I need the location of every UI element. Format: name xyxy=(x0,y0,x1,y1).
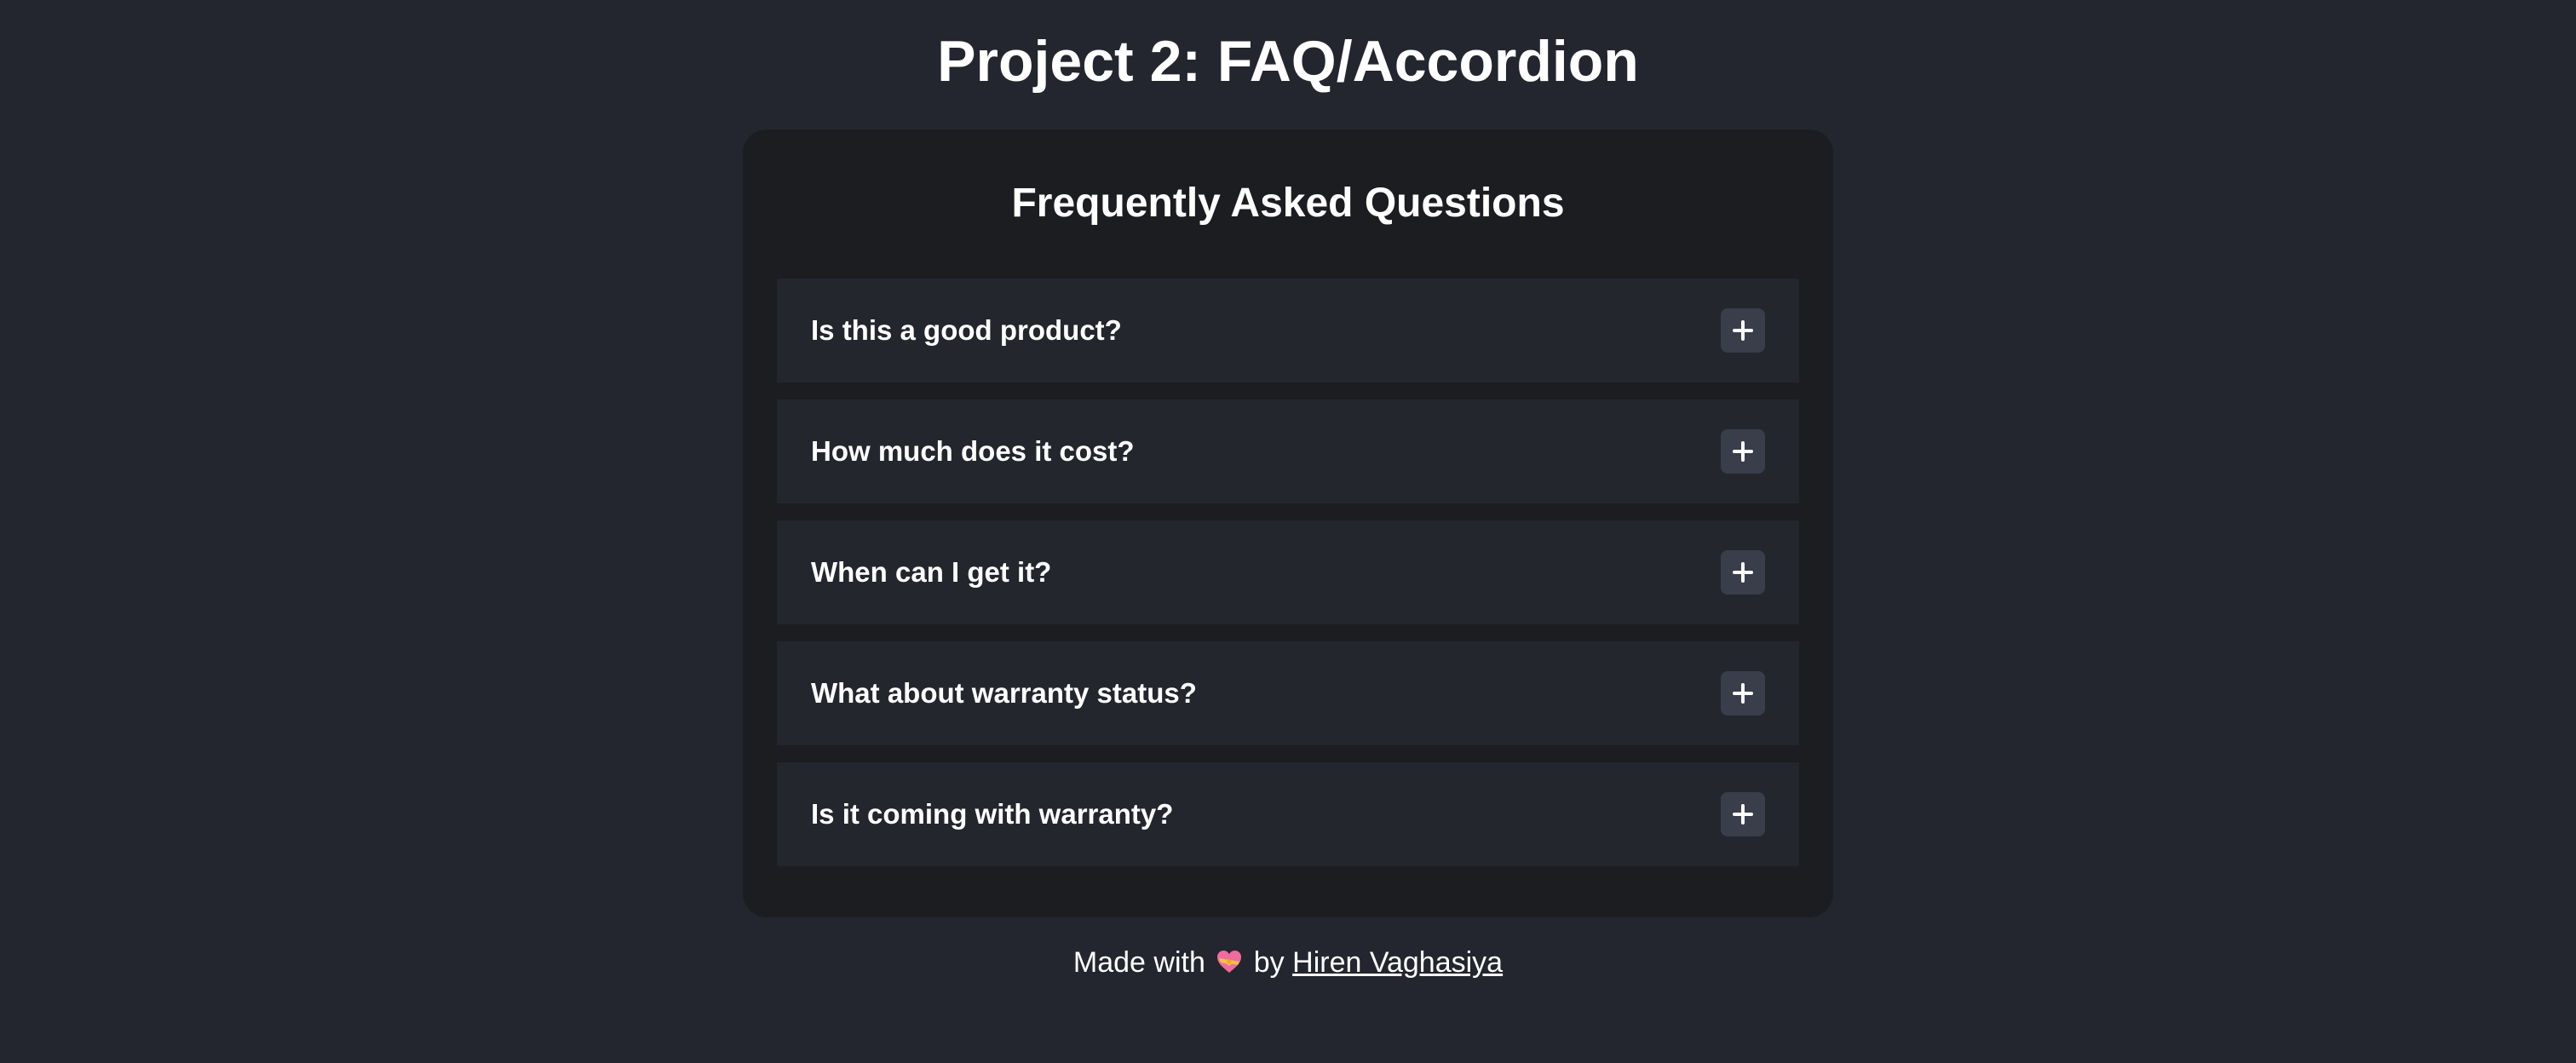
faq-question: Is it coming with warranty? xyxy=(811,798,1174,830)
expand-button[interactable] xyxy=(1721,308,1765,353)
expand-button[interactable] xyxy=(1721,671,1765,715)
faq-item[interactable]: Is this a good product? xyxy=(777,279,1799,382)
faq-card: Frequently Asked Questions Is this a goo… xyxy=(743,129,1833,917)
expand-button[interactable] xyxy=(1721,429,1765,474)
faq-item[interactable]: Is it coming with warranty? xyxy=(777,762,1799,866)
faq-item[interactable]: When can I get it? xyxy=(777,520,1799,624)
footer-by: by xyxy=(1253,946,1285,979)
faq-item[interactable]: What about warranty status? xyxy=(777,641,1799,745)
expand-button[interactable] xyxy=(1721,792,1765,836)
plus-icon xyxy=(1733,562,1753,583)
heart-with-ribbon-icon xyxy=(1217,951,1242,973)
faq-question: When can I get it? xyxy=(811,556,1052,588)
plus-icon xyxy=(1733,320,1753,341)
faq-title: Frequently Asked Questions xyxy=(1011,181,1565,226)
plus-icon xyxy=(1733,804,1753,825)
plus-icon xyxy=(1733,683,1753,704)
footer: Made with by Hiren Vaghasiya xyxy=(0,941,2576,984)
page-title: Project 2: FAQ/Accordion xyxy=(937,29,1639,94)
faq-question: What about warranty status? xyxy=(811,677,1197,709)
faq-question: Is this a good product? xyxy=(811,314,1122,346)
footer-prefix: Made with xyxy=(1072,946,1205,979)
faq-question: How much does it cost? xyxy=(811,435,1135,467)
plus-icon xyxy=(1733,441,1753,462)
expand-button[interactable] xyxy=(1721,550,1765,595)
faq-item[interactable]: How much does it cost? xyxy=(777,399,1799,503)
faq-list: Is this a good product? How much does it… xyxy=(777,279,1799,866)
author-link[interactable]: Hiren Vaghasiya xyxy=(1292,946,1503,979)
